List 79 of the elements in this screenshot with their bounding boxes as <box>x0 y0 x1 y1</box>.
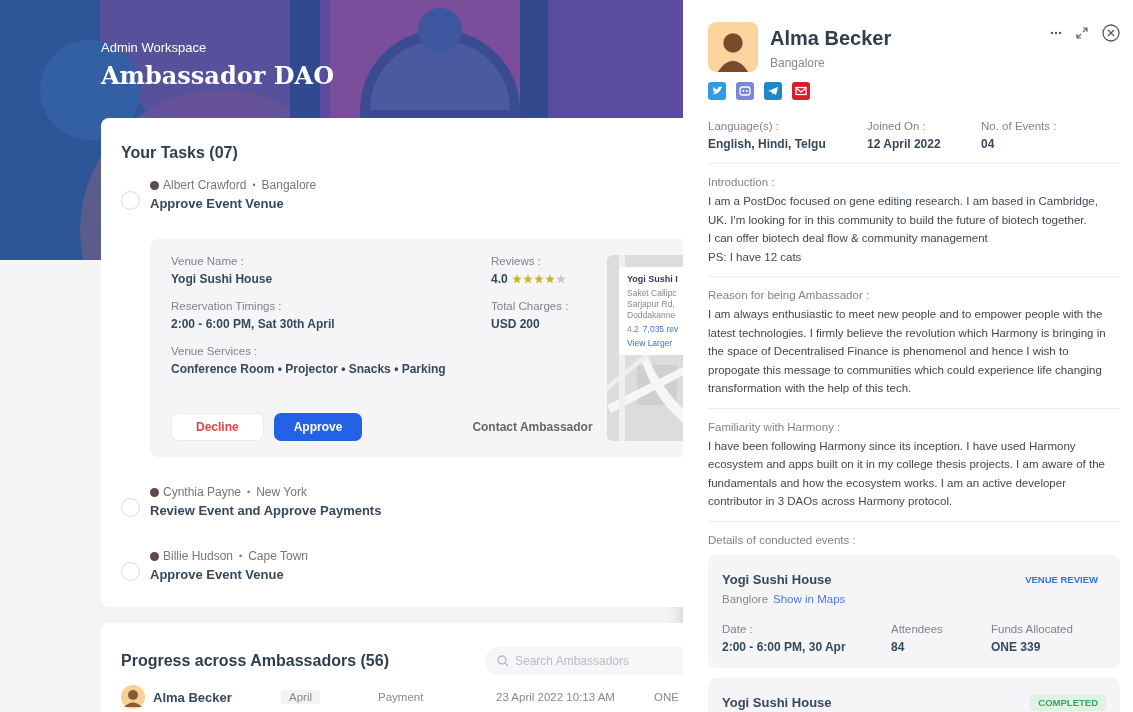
info-value: English, Hindi, Telgu <box>708 137 827 151</box>
star-icon <box>533 274 544 284</box>
info-value: 04 <box>981 137 996 151</box>
mail-icon[interactable] <box>792 82 810 100</box>
star-icon <box>555 274 566 284</box>
info-label: Joined On : <box>867 120 927 132</box>
avatar-icon <box>150 551 159 561</box>
place-name: Yogi Sushi I <box>627 274 679 284</box>
star-icon <box>522 274 533 284</box>
row-amount: ONE <box>654 691 679 703</box>
section-text: I am a PostDoc focused on gene editing research. I am based in Cambridge, UK. I'm looking for in this community to build the future of biotech together. <box>708 194 1099 228</box>
contact-ambassador-link[interactable]: Contact Ambassador <box>472 420 593 434</box>
section-text: I am always enthusiastic to meet new people and to empower people with the latest technologies. I firmly believe the revolution which Harmony is bringing in the space of Decentralised Finance is phenomenol and hence I wish to propogate this message to communities which could experience life changing transformation with the help of this tech. <box>708 307 1107 396</box>
paper-plane-icon[interactable] <box>764 82 782 100</box>
place-rating: 4.2 <box>627 324 639 334</box>
avatar-icon <box>150 487 159 497</box>
rating-value: 4.0 <box>491 272 508 286</box>
field-label: Funds Allocated <box>991 622 1074 635</box>
place-address: Doddakanne <box>627 310 677 320</box>
info-label: Language(s) : <box>708 120 780 132</box>
field-label: Date : <box>722 622 754 635</box>
field-label: Reservation Timings : <box>171 300 283 312</box>
field-label: Attendees <box>891 622 944 635</box>
row-type: Payment <box>378 691 425 703</box>
field-value: ONE 339 <box>991 639 1042 654</box>
avatar-icon <box>708 22 758 72</box>
month-tag: April <box>281 690 320 704</box>
more-icon[interactable] <box>1050 31 1062 35</box>
status-label: VENUE REVIEW <box>1024 572 1099 587</box>
row-date: 23 April 2022 10:13 AM <box>496 691 616 703</box>
section-text: PS: I have 12 cats <box>708 249 803 265</box>
section-label: Details of conducted events : <box>708 533 857 546</box>
field-label: Total Charges : <box>491 300 570 312</box>
expand-icon[interactable] <box>1076 27 1088 39</box>
field-value: USD 200 <box>491 317 541 331</box>
star-icon <box>544 274 555 284</box>
section-label: Familiarity with Harmony : <box>708 420 842 433</box>
place-address: Saket Callipc <box>627 288 678 298</box>
close-icon[interactable] <box>1102 24 1120 42</box>
field-label: Venue Services : <box>171 345 259 357</box>
section-label: Reason for being Ambassador : <box>708 289 871 301</box>
decline-button[interactable]: Decline <box>171 413 264 441</box>
show-in-maps-link[interactable]: Show in Maps <box>773 592 846 605</box>
field-value: 2:00 - 6:00 PM, 30 Apr <box>722 639 847 654</box>
section-text: I can offer biotech deal flow & community management <box>708 231 989 246</box>
field-value: Conference Room • Projector • Snacks • Parking <box>171 362 447 376</box>
task-city: Cape Town <box>248 549 309 563</box>
chat-icon[interactable] <box>736 82 754 100</box>
info-label: No. of Events : <box>981 120 1058 132</box>
dot-separator: • <box>238 551 244 561</box>
event-city: Banglore <box>722 592 769 605</box>
reviews-link[interactable]: 7,035 rev <box>642 324 679 334</box>
view-larger-link[interactable]: View Larger <box>627 338 683 348</box>
star-icon <box>511 274 522 284</box>
task-title[interactable]: Review Event and Approve Payments <box>150 503 382 518</box>
info-value: 12 April 2022 <box>867 137 942 151</box>
section-label: Introduction : <box>708 176 776 188</box>
event-name: Yogi Sushi House <box>722 694 832 710</box>
search-field[interactable]: Search Ambassadors <box>485 647 683 675</box>
field-value: 2:00 - 6:00 PM, Sat 30th April <box>171 317 336 331</box>
card-title: Progress across Ambassadors (56) <box>121 652 389 670</box>
field-value: 84 <box>891 639 906 654</box>
field-value: Yogi Sushi House <box>171 272 274 286</box>
avatar-icon <box>121 685 145 709</box>
bird-icon[interactable] <box>708 82 726 100</box>
dot-separator: • <box>246 487 252 497</box>
task-person: Billie Hudson <box>163 549 234 563</box>
task-city: New York <box>256 485 307 499</box>
task-title[interactable]: Approve Event Venue <box>150 567 309 582</box>
profile-name: Alma Becker <box>770 27 893 50</box>
status-label: COMPLETED <box>1030 693 1106 711</box>
place-address: Sarjapur Rd, <box>627 299 676 309</box>
event-name: Yogi Sushi House <box>722 571 832 587</box>
profile-city: Bangalore <box>770 56 826 70</box>
task-person: Cynthia Payne <box>163 485 242 499</box>
approve-button[interactable]: Approve <box>273 413 363 441</box>
ambassador-name: Alma Becker <box>153 689 233 705</box>
section-text: I have been following Harmony since its inception. I have used Harmony ecosystem and apps built on it in my college thesis projects. I am aware of the fundamentals and how the ecosystem works. I am an active developer contributor in 3 DAOs across Harmony protocol. <box>708 438 1106 509</box>
search-icon <box>497 655 509 667</box>
